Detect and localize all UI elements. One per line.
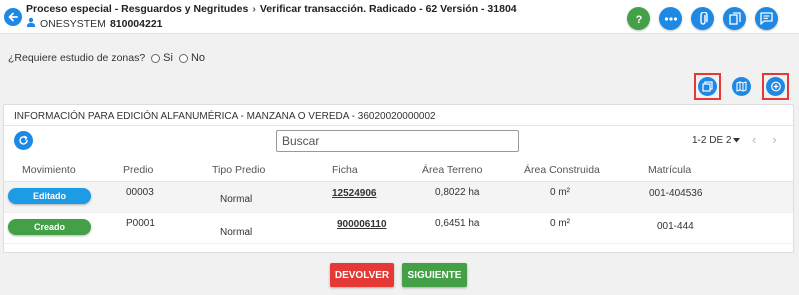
edicion-panel: INFORMACIÓN PARA EDICIÓN ALFANUMÉRICA - … <box>3 104 794 253</box>
attach-icon[interactable] <box>691 7 714 30</box>
next-page-icon[interactable]: › <box>772 132 776 147</box>
system-name: ONESYSTEM <box>40 17 106 30</box>
help-icon[interactable]: ? <box>627 7 650 30</box>
cell-predio: 00003 <box>126 187 154 198</box>
top-bar: Proceso especial - Resguardos y Negritud… <box>0 0 799 34</box>
col-area-construida[interactable]: Área Construida <box>524 164 600 176</box>
status-badge[interactable]: Creado <box>8 219 91 235</box>
map-icon[interactable] <box>732 77 751 96</box>
pagination-nav: ‹ › <box>752 132 777 147</box>
radio-circle-icon[interactable] <box>151 53 161 63</box>
cell-predio: P0001 <box>126 218 155 229</box>
layers-icon[interactable] <box>698 77 717 96</box>
col-predio[interactable]: Predio <box>123 164 153 176</box>
panel-actions <box>694 73 789 100</box>
zonas-question: ¿Requiere estudio de zonas? Si No <box>8 52 205 64</box>
pagination-select[interactable]: 1-2 DE 2 <box>692 135 741 146</box>
radio-no-label: No <box>190 52 206 64</box>
cell-area-terreno: 0,6451 ha <box>435 218 480 229</box>
col-ficha[interactable]: Ficha <box>332 164 358 176</box>
table-row[interactable]: Editado 00003 Normal 12524906 0,8022 ha … <box>4 182 793 213</box>
document-icon[interactable] <box>723 7 746 30</box>
more-icon[interactable] <box>659 7 682 30</box>
cell-area-construida: 0 m² <box>550 218 570 229</box>
cell-area-construida: 0 m² <box>550 187 570 198</box>
cell-matricula: 001-404536 <box>649 188 703 199</box>
refresh-icon[interactable] <box>14 131 33 150</box>
status-badge[interactable]: Editado <box>8 188 91 204</box>
ficha-link[interactable]: 12524906 <box>332 188 377 199</box>
radio-no[interactable]: No <box>178 52 206 64</box>
map-button[interactable] <box>728 73 755 100</box>
top-actions: ? <box>627 7 778 30</box>
add-comment-button[interactable] <box>762 73 789 100</box>
system-info: ONESYSTEM 810004221 <box>26 17 163 30</box>
panel-title: INFORMACIÓN PARA EDICIÓN ALFANUMÉRICA - … <box>4 105 793 126</box>
table-row[interactable]: Creado P0001 Normal 900006110 0,6451 ha … <box>4 213 793 244</box>
back-arrow-icon[interactable] <box>4 8 22 26</box>
col-tipo-predio[interactable]: Tipo Predio <box>212 164 265 176</box>
prev-page-icon[interactable]: ‹ <box>752 132 756 147</box>
cell-area-terreno: 0,8022 ha <box>435 187 480 198</box>
radio-circle-icon[interactable] <box>178 53 188 63</box>
layers-button[interactable] <box>694 73 721 100</box>
svg-text:?: ? <box>635 14 642 26</box>
cell-matricula: 001-444 <box>657 221 694 232</box>
chevron-right-icon: › <box>252 3 256 15</box>
add-comment-icon[interactable] <box>766 77 785 96</box>
breadcrumb-current: Verificar transacción. Radicado - 62 Ver… <box>259 3 517 15</box>
radio-si-label: Si <box>163 52 173 64</box>
col-matricula[interactable]: Matrícula <box>648 164 691 176</box>
table-toolbar: 1-2 DE 2 ‹ › <box>4 126 793 158</box>
user-icon <box>26 17 36 30</box>
comments-icon[interactable] <box>755 7 778 30</box>
table-header: Movimiento Predio Tipo Predio Ficha Área… <box>4 158 793 182</box>
radio-si[interactable]: Si <box>151 52 173 64</box>
siguiente-button[interactable]: SIGUIENTE <box>402 263 467 287</box>
ficha-link[interactable]: 900006110 <box>337 219 387 230</box>
breadcrumb-process[interactable]: Proceso especial - Resguardos y Negritud… <box>26 3 248 15</box>
cell-tipo-predio: Normal <box>220 194 253 205</box>
col-movimiento[interactable]: Movimiento <box>22 164 76 176</box>
search-input[interactable] <box>276 130 519 152</box>
breadcrumb: Proceso especial - Resguardos y Negritud… <box>26 3 517 15</box>
system-code: 810004221 <box>109 17 163 30</box>
devolver-button[interactable]: DEVOLVER <box>330 263 394 287</box>
caret-down-icon[interactable] <box>733 135 741 146</box>
pagination-label: 1-2 DE 2 <box>692 135 732 146</box>
col-area-terreno[interactable]: Área Terreno <box>422 164 483 176</box>
cell-tipo-predio: Normal <box>220 227 253 238</box>
zonas-label: ¿Requiere estudio de zonas? <box>8 52 146 64</box>
